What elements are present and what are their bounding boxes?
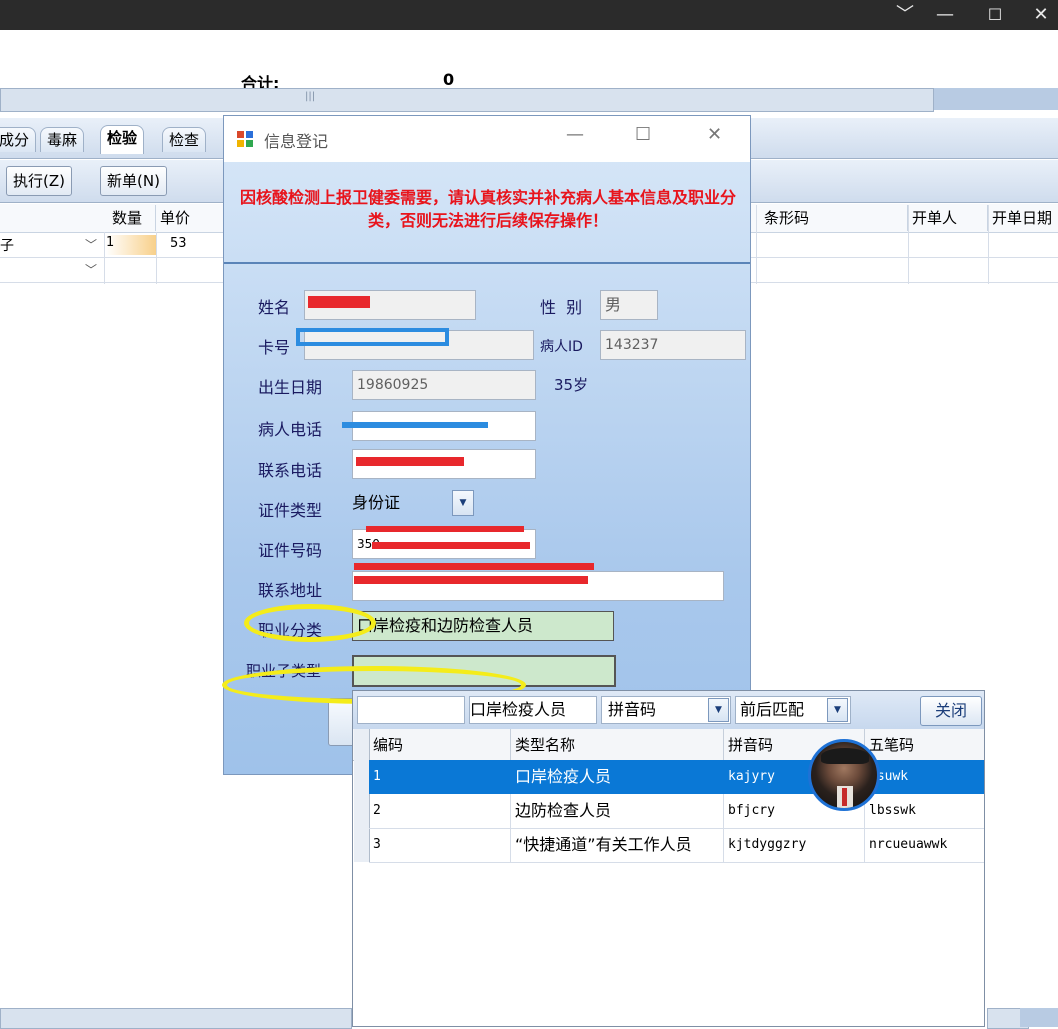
redaction-mark [354, 576, 588, 584]
birth-field[interactable]: 19860925 [352, 370, 536, 400]
cell-wubi: nrcueuawwk [869, 837, 948, 852]
grid-divider [908, 205, 909, 284]
col-barcode-header[interactable]: 条形码 [760, 205, 908, 231]
dialog-minimize-icon[interactable]: — [566, 124, 584, 145]
search-input[interactable] [357, 696, 465, 724]
scroll-track-end [934, 88, 1058, 110]
col-issue-date-header[interactable]: 开单日期 [988, 205, 1058, 231]
tab-lab-test[interactable]: 检验 [100, 125, 145, 154]
horizontal-scrollbar[interactable]: ||| [0, 88, 934, 112]
occupation-type-picker: 口岸检疫人员 拼音码 ▼ 前后匹配 ▼ 关闭 编码 类型名称 拼音码 五笔码 1… [352, 690, 985, 1027]
table-row[interactable]: 1 口岸检疫人员 kajyry ksuwk [369, 760, 984, 794]
id-no-label: 证件号码 [258, 541, 323, 560]
dialog-close-icon[interactable]: ✕ [707, 124, 722, 145]
col-issuer-header[interactable]: 开单人 [908, 205, 988, 231]
cell-wubi: lbsswk [869, 803, 916, 818]
grid-divider [756, 205, 757, 284]
divider [224, 262, 750, 264]
redaction-mark [308, 296, 370, 308]
sex-label: 性 别 [540, 298, 583, 317]
address-label: 联系地址 [258, 581, 323, 600]
redaction-mark [366, 526, 524, 532]
age-text: 35岁 [554, 376, 589, 394]
grid-divider [104, 232, 105, 284]
cell-name: “快捷通道”有关工作人员 [511, 828, 724, 862]
tab-ingredient[interactable]: 成分 [0, 127, 37, 152]
phone-label: 病人电话 [258, 420, 323, 439]
tab-narcotics[interactable]: 毒麻 [40, 127, 85, 152]
contact-phone-label: 联系电话 [258, 461, 323, 480]
warning-message: 因核酸检测上报卫健委需要，请认真核实并补充病人基本信息及职业分类，否则无法进行后… [239, 188, 736, 230]
row-header-column [354, 729, 370, 862]
scroll-track-end [1020, 1008, 1058, 1027]
sex-field[interactable]: 男 [600, 290, 658, 320]
tab-exam[interactable]: 检查 [162, 127, 207, 152]
row-qty[interactable]: 1 [106, 235, 156, 255]
field-select-value: 拼音码 [608, 700, 657, 719]
cell-code: 1 [369, 760, 511, 794]
dropdown-arrow-icon[interactable]: ▼ [827, 698, 848, 722]
dialog-title: 信息登记 [264, 132, 329, 151]
scroll-grip[interactable]: ||| [305, 91, 315, 102]
redaction-mark [354, 563, 594, 570]
col-code-header[interactable]: 编码 [369, 729, 511, 760]
cell-code: 2 [369, 794, 511, 828]
col-price-header[interactable]: 单价 [156, 205, 226, 231]
id-type-label: 证件类型 [258, 501, 323, 520]
match-select-value: 前后匹配 [740, 700, 805, 719]
close-icon[interactable]: ✕ [1018, 0, 1058, 30]
dialog-titlebar: 信息登记 — ☐ ✕ [224, 116, 750, 162]
grid-divider [156, 232, 157, 284]
maximize-icon[interactable]: ☐ [972, 0, 1018, 30]
hat-shape [821, 748, 869, 764]
grid-divider [988, 205, 989, 284]
birth-label: 出生日期 [258, 378, 323, 397]
window-titlebar: ﹀ — ☐ ✕ [0, 0, 1058, 30]
bottom-scrollbar[interactable] [0, 1008, 352, 1029]
col-qty-header[interactable]: 数量 [108, 205, 156, 231]
avatar [808, 739, 880, 811]
row-item-name: 子 [0, 238, 14, 254]
type-input[interactable]: 口岸检疫人员 [469, 696, 597, 724]
close-button[interactable]: 关闭 [920, 696, 982, 726]
col-wubi-header[interactable]: 五笔码 [865, 729, 984, 760]
dialog-maximize-icon[interactable]: ☐ [635, 124, 651, 145]
name-label: 姓名 [258, 298, 291, 317]
app-icon [237, 131, 253, 147]
dropdown-arrow-icon[interactable]: ▼ [452, 490, 474, 516]
row-price: 53 [170, 236, 187, 251]
table-row[interactable]: 2 边防检查人员 bfjcry lbsswk [369, 794, 984, 829]
redaction-mark [356, 457, 464, 466]
patient-id-label: 病人ID [540, 339, 583, 355]
execute-button[interactable]: 执行(Z) [6, 166, 72, 196]
highlight-ellipse [244, 604, 376, 642]
info-registration-dialog: 信息登记 — ☐ ✕ 因核酸检测上报卫健委需要，请认真核实并补充病人基本信息及职… [222, 115, 751, 775]
dropdown-arrow-icon[interactable]: ﹀ [80, 261, 102, 279]
redaction-mark [342, 422, 488, 428]
cell-name: 边防检查人员 [511, 794, 724, 828]
table-row[interactable]: 3 “快捷通道”有关工作人员 kjtdyggzry nrcueuawwk [369, 828, 984, 863]
cell-pinyin: kjtdyggzry [724, 828, 865, 862]
patient-id-field[interactable]: 143237 [600, 330, 746, 360]
cell-name: 口岸检疫人员 [511, 760, 724, 794]
redaction-mark [296, 328, 449, 346]
dropdown-arrow-icon[interactable]: ▼ [708, 698, 729, 722]
minimize-icon[interactable]: — [922, 0, 968, 30]
card-label: 卡号 [258, 338, 291, 357]
tie-shape [842, 788, 847, 806]
dropdown-arrow-icon[interactable]: ﹀ [80, 236, 102, 254]
col-name-header[interactable]: 类型名称 [511, 729, 724, 760]
id-type-value: 身份证 [352, 493, 401, 512]
cell-wubi: ksuwk [865, 760, 984, 794]
new-order-button[interactable]: 新单(N) [100, 166, 167, 196]
redaction-mark [372, 542, 530, 549]
occupation-field[interactable]: 口岸检疫和边防检查人员 [352, 611, 614, 641]
total-value: 0 [443, 70, 455, 89]
cell-code: 3 [369, 828, 511, 862]
